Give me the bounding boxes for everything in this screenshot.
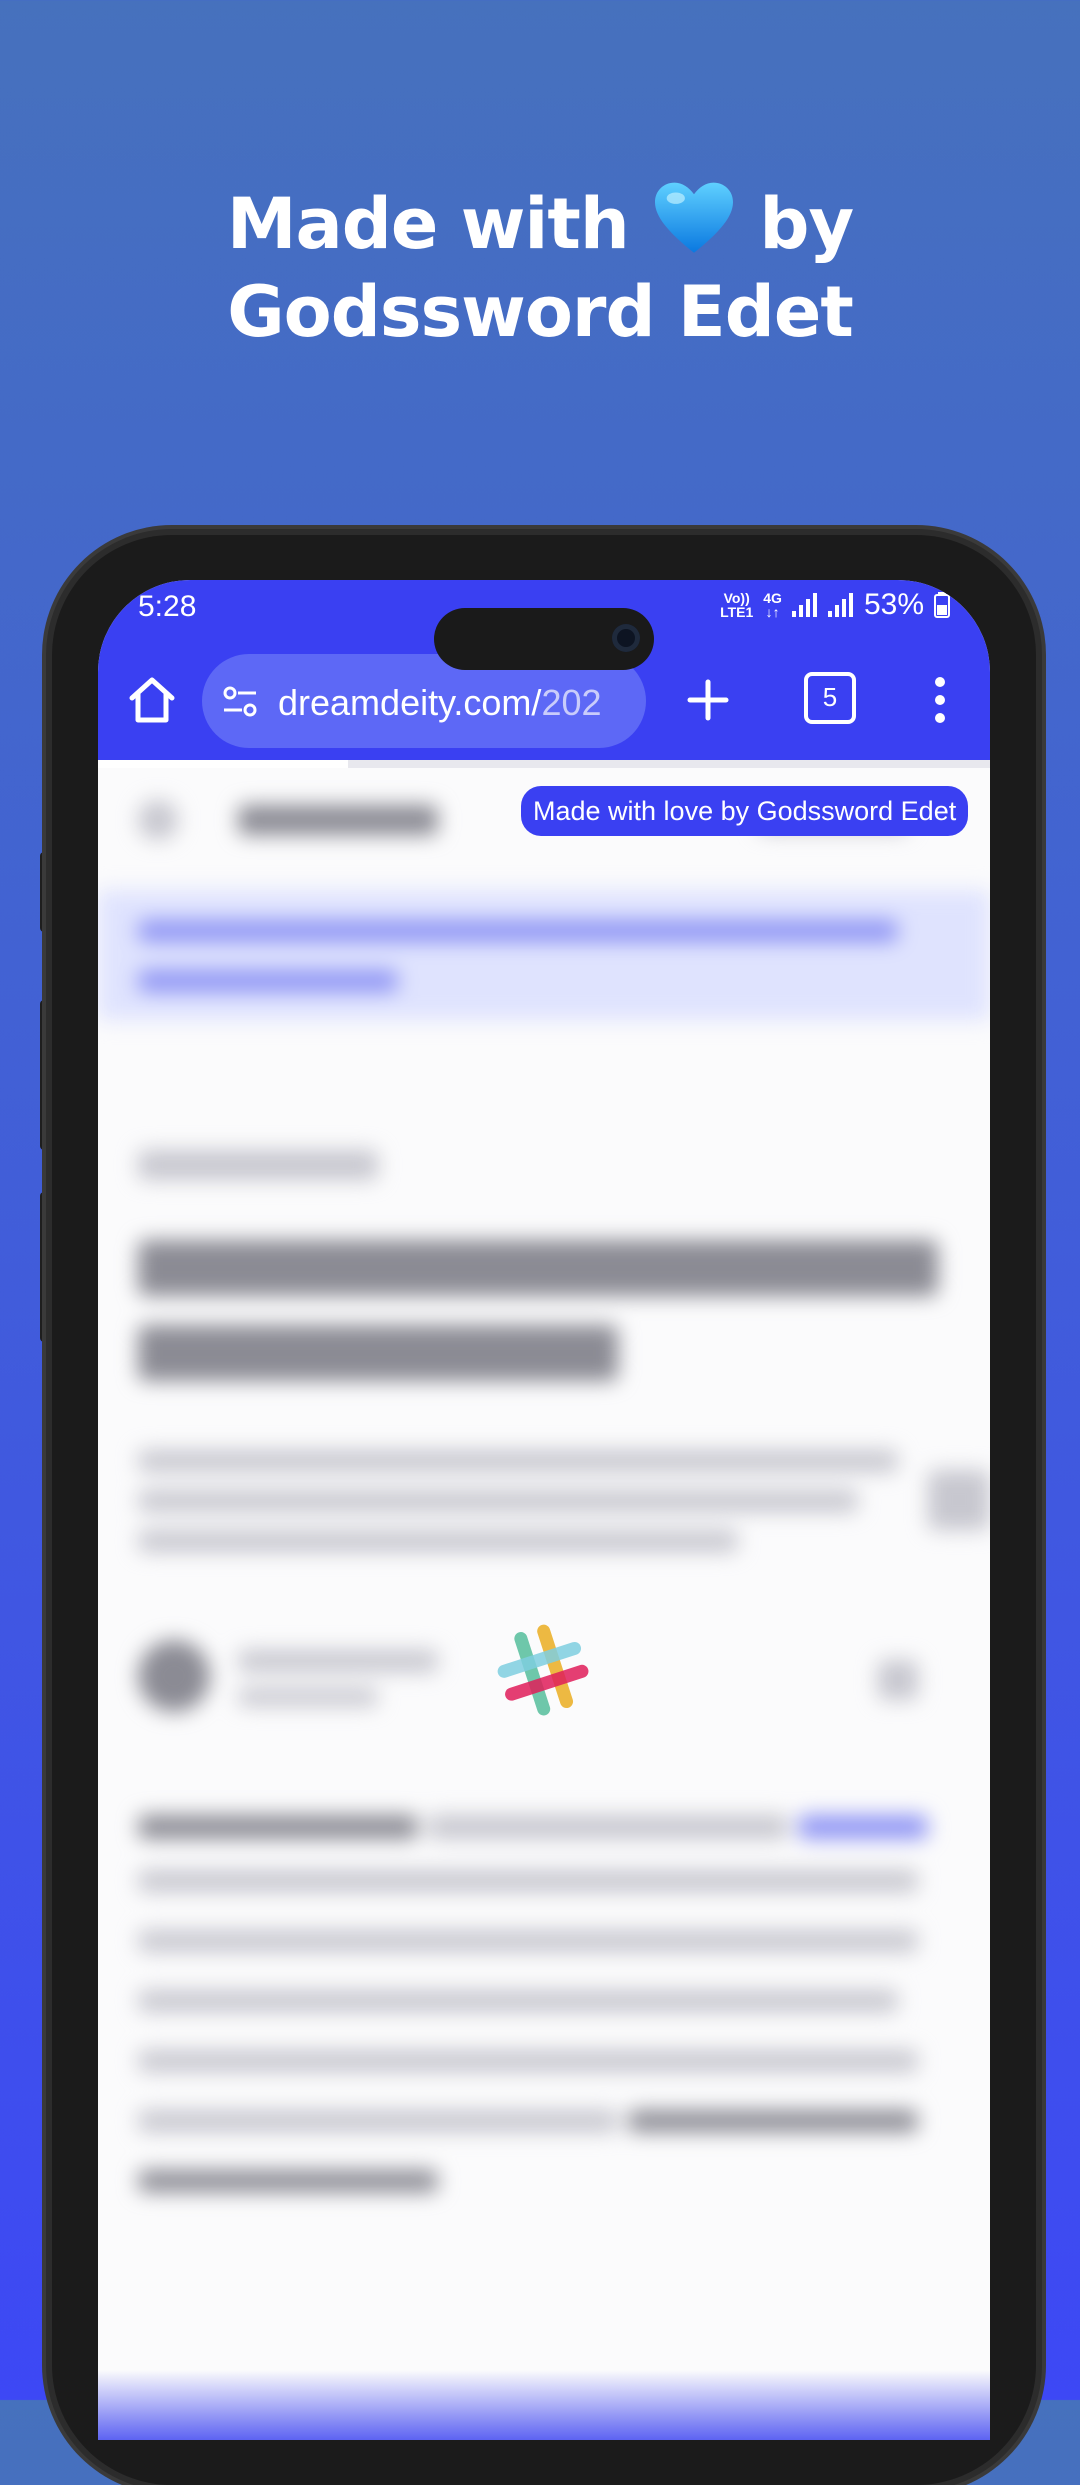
plus-icon[interactable]	[678, 670, 738, 730]
signal-icon-sim2	[827, 593, 853, 617]
signal-icon	[791, 593, 817, 617]
home-icon[interactable]	[120, 668, 184, 732]
camera-cutout	[434, 608, 654, 670]
site-settings-icon[interactable]	[222, 684, 258, 720]
slack-logo-icon	[497, 1624, 589, 1716]
page-load-progress	[98, 760, 990, 768]
blurred-article-content	[98, 770, 990, 2440]
network-type-indicator: 4G ↓↑	[763, 590, 782, 620]
battery-percent: 53%	[863, 588, 924, 621]
phone-side-button	[40, 852, 50, 932]
url-path-faded: 202	[541, 682, 602, 723]
url-domain: dreamdeity.com/	[278, 682, 542, 723]
phone-volume-down-button	[40, 1192, 50, 1342]
headline-text-after: by	[759, 183, 854, 265]
phone-volume-up-button	[40, 1000, 50, 1150]
made-with-love-badge: Made with love by Godssword Edet	[521, 786, 969, 836]
status-icons: Vo)) LTE1 4G ↓↑ 53%	[720, 588, 950, 622]
headline-line-2: Godssword Edet	[227, 271, 854, 353]
blue-heart-icon	[655, 182, 734, 253]
promo-headline: Made with by Godssword Edet	[0, 180, 1080, 356]
phone-power-button	[1036, 1050, 1046, 1290]
tab-switcher-button[interactable]: 5	[804, 672, 856, 724]
more-vert-icon[interactable]	[930, 670, 950, 730]
bottom-glow	[98, 2370, 990, 2440]
phone-screen: 5:28 Vo)) LTE1 4G ↓↑ 53% dreamdeity.com/…	[98, 580, 990, 2440]
page-load-progress-fill	[98, 760, 348, 768]
status-time: 5:28	[138, 590, 197, 623]
volte-indicator: Vo)) LTE1	[720, 590, 754, 620]
headline-text-before: Made with	[226, 183, 630, 265]
battery-icon	[934, 592, 950, 618]
headline-line-1: Made with by	[0, 180, 1080, 268]
front-camera	[612, 624, 640, 652]
url-text[interactable]: dreamdeity.com/202	[278, 682, 602, 724]
